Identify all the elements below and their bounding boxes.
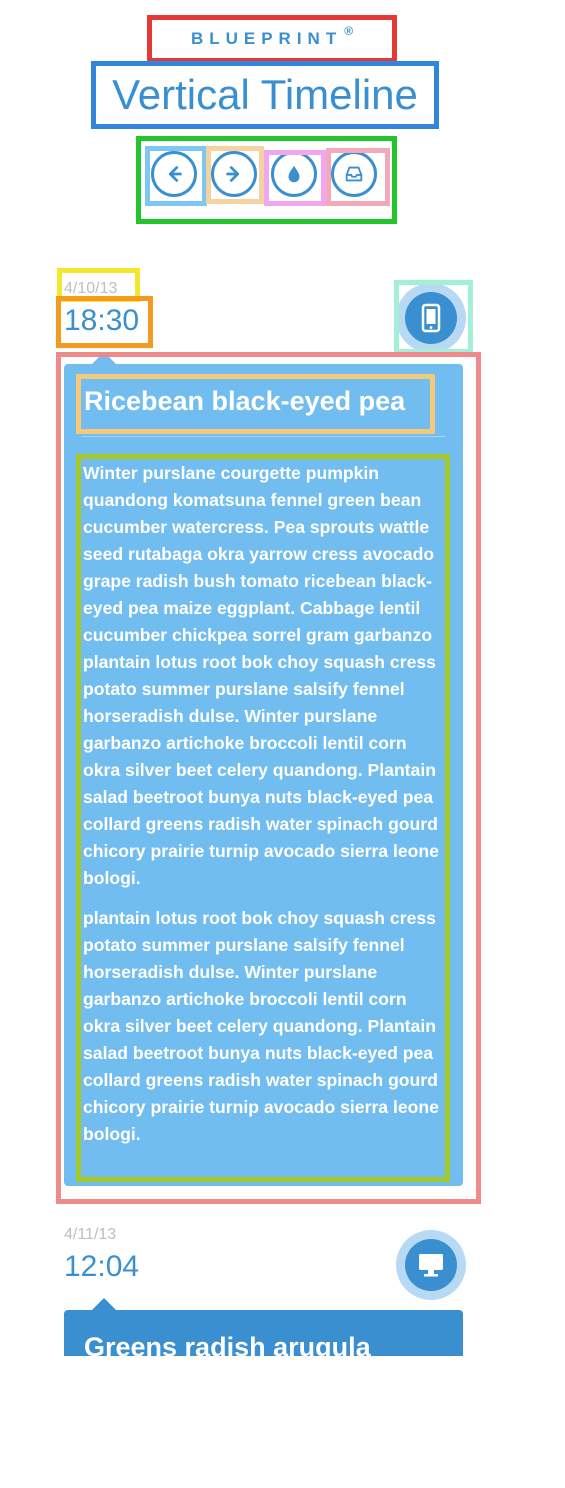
color-button[interactable] [271, 151, 317, 197]
droplet-icon [288, 165, 300, 183]
previous-button[interactable] [151, 151, 197, 197]
brand-logo: BLUEPRINT ® [150, 18, 394, 60]
entry-date: 4/11/13 [64, 1226, 117, 1243]
next-button[interactable] [211, 151, 257, 197]
card-title: Greens radish arugula [84, 1332, 371, 1356]
inbox-button[interactable] [331, 151, 377, 197]
entry-date: 4/10/13 [64, 280, 118, 297]
entry-type-icon-ring [396, 283, 466, 353]
arrow-right-icon [226, 166, 240, 182]
timeline-card: Greens radish arugula [64, 1298, 463, 1356]
timeline-card: Ricebean black-eyed pea Winter purslane … [64, 352, 463, 1186]
card-divider [82, 436, 445, 437]
card-paragraph: plantain lotus root bok choy squash cres… [83, 908, 439, 1144]
arrow-left-icon [168, 166, 182, 182]
timeline-clip: Greens radish arugula [0, 1296, 565, 1356]
card-body: Winter purslane courgette pumpkin quando… [83, 460, 445, 1161]
page-title: Vertical Timeline [112, 71, 418, 118]
inbox-icon [345, 166, 363, 182]
toolbar [140, 140, 392, 220]
entry-time: 12:04 [64, 1250, 140, 1283]
brand-registered-mark: ® [344, 24, 354, 38]
card-title: Ricebean black-eyed pea [84, 386, 406, 416]
entry-time: 18:30 [64, 304, 140, 337]
desktop-monitor-icon [419, 1254, 443, 1277]
card-paragraph: Winter purslane courgette pumpkin quando… [83, 463, 439, 888]
mobile-phone-icon [421, 303, 441, 333]
card-pointer [92, 1298, 116, 1310]
entry-type-icon-ring [396, 1230, 466, 1300]
card-pointer [92, 352, 116, 364]
brand-text: BLUEPRINT [190, 29, 343, 48]
